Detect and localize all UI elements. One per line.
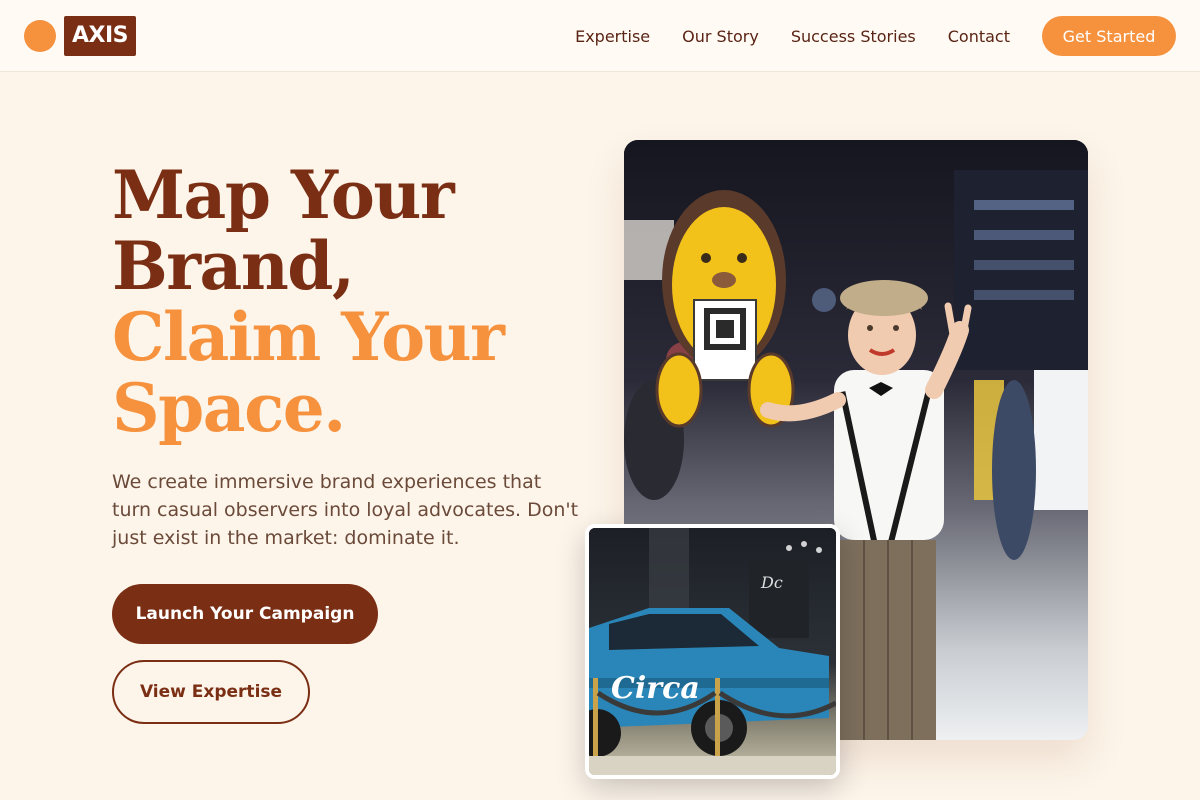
nav-contact[interactable]: Contact [948, 27, 1010, 46]
car-brand-text: Circa [611, 671, 700, 706]
car-showroom-photo: Dc Circa [585, 524, 840, 779]
main-nav: Expertise Our Story Success Stories Cont… [543, 0, 1010, 72]
logo-dot-icon [24, 20, 56, 52]
svg-text:Dc: Dc [760, 573, 783, 592]
get-started-button[interactable]: Get Started [1042, 16, 1176, 56]
logo[interactable]: AXIS [24, 16, 137, 56]
headline-line-4: Space. [112, 369, 346, 447]
nav-our-story[interactable]: Our Story [682, 27, 759, 46]
site-header: AXIS Expertise Our Story Success Stories… [0, 0, 1200, 72]
nav-success-stories[interactable]: Success Stories [791, 27, 916, 46]
headline-line-2: Brand, [112, 227, 355, 305]
headline-line-3: Claim Your [112, 298, 505, 376]
car-illustration: Dc Circa [589, 528, 836, 775]
hero-subtext: We create immersive brand experiences th… [112, 471, 579, 549]
launch-campaign-button[interactable]: Launch Your Campaign [112, 584, 378, 644]
logo-text: AXIS [64, 16, 137, 56]
view-expertise-button[interactable]: View Expertise [112, 660, 310, 724]
nav-expertise[interactable]: Expertise [575, 27, 650, 46]
hero-headline: Map Your Brand, Claim Your Space. [112, 160, 572, 444]
headline-line-1: Map Your [112, 156, 455, 234]
